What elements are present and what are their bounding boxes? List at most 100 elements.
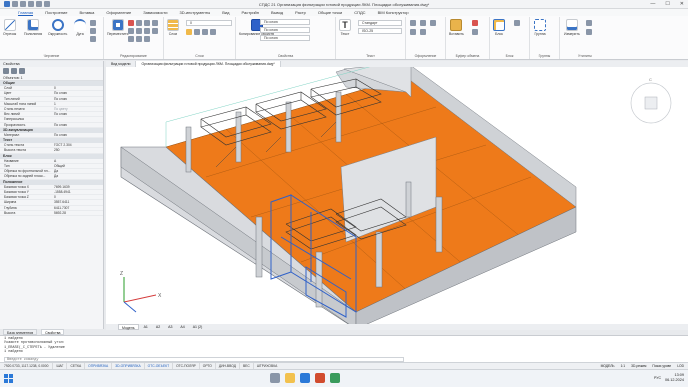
extend-icon[interactable] [152, 20, 158, 26]
linetype-combo[interactable]: По слою [260, 27, 310, 33]
toggle-pickadd-icon[interactable] [19, 68, 25, 74]
tab-constraints[interactable]: Зависимости [143, 10, 167, 15]
dim-style-combo[interactable]: ISO-25 [358, 28, 402, 34]
color-combo[interactable]: По слою [260, 19, 310, 25]
layout-tab-a1[interactable]: A1 [141, 324, 151, 330]
close-button[interactable]: ✕ [680, 1, 684, 7]
mark-icon[interactable] [410, 29, 416, 35]
property-row[interactable]: Высота 5692.28 [0, 211, 103, 216]
text-style-combo[interactable]: Стандарт [358, 20, 402, 26]
property-value[interactable]: По слою [54, 91, 103, 95]
property-value[interactable]: По слою [54, 133, 103, 137]
rectangle-icon[interactable] [90, 20, 96, 26]
scale-icon[interactable] [136, 28, 142, 34]
layer-isolate-icon[interactable] [210, 29, 216, 35]
array-icon[interactable] [136, 36, 142, 42]
quick-select-icon[interactable] [11, 68, 17, 74]
cut-icon[interactable] [472, 20, 478, 26]
trim-icon[interactable] [144, 20, 150, 26]
property-value[interactable]: 0 [54, 86, 103, 90]
property-value[interactable]: ГОСТ 2.304 [54, 143, 103, 147]
tab-annotate[interactable]: Оформление [106, 10, 131, 15]
clock[interactable]: 13:09 06.12.2024 [665, 373, 684, 383]
text-button[interactable]: T Текст [339, 19, 351, 36]
minimize-button[interactable]: — [650, 1, 655, 7]
cad-app-icon[interactable] [315, 373, 325, 383]
circle-button[interactable]: Окружность [48, 19, 67, 36]
property-value[interactable]: По слою [54, 112, 103, 116]
search-icon[interactable] [270, 373, 280, 383]
fillet-icon[interactable] [128, 36, 134, 42]
tab-bim-constructor[interactable]: BIM Конструктор [378, 10, 409, 15]
start-icon[interactable] [4, 374, 13, 383]
tab-home[interactable]: Главная [18, 10, 34, 16]
copy-icon[interactable] [472, 29, 478, 35]
arc-button[interactable]: Дуга [74, 19, 86, 36]
explode-icon[interactable] [144, 36, 150, 42]
line-button[interactable]: Отрезок [3, 19, 16, 36]
spreadsheet-icon[interactable] [330, 373, 340, 383]
tab-raster-draw[interactable]: Растрийн [242, 10, 260, 15]
select-objects-icon[interactable] [3, 68, 9, 74]
drawing-viewport[interactable]: Z X С [106, 67, 688, 324]
tab-common-points[interactable]: Общие точки [318, 10, 342, 15]
property-value[interactable]: 6411.7307 [54, 206, 103, 210]
property-value[interactable]: По слою [54, 123, 103, 127]
dimension-icon[interactable] [410, 20, 416, 26]
tab-view[interactable]: Вид [222, 10, 229, 15]
browser-icon[interactable] [300, 373, 310, 383]
block-edit-icon[interactable] [514, 20, 520, 26]
rotate-icon[interactable] [136, 20, 142, 26]
block-button[interactable]: Блок [493, 19, 505, 36]
property-value[interactable]: Да [54, 169, 103, 173]
group-button[interactable]: Группа [534, 19, 546, 36]
property-value[interactable]: Общий [54, 164, 103, 168]
hatch-icon[interactable] [90, 28, 96, 34]
calculator-icon[interactable] [586, 20, 592, 26]
tab-insert[interactable]: Вставка [80, 10, 95, 15]
layout-tab-a3[interactable]: A3 [165, 324, 175, 330]
layer-freeze-icon[interactable] [194, 29, 200, 35]
property-value[interactable]: По слою [54, 97, 103, 101]
tab-spds[interactable]: СПДС [354, 10, 365, 15]
layer-combo[interactable]: 0 [186, 20, 232, 26]
viewcube-compass[interactable]: С [630, 77, 672, 124]
property-value[interactable]: 0 [54, 195, 103, 199]
axis-icon[interactable] [420, 29, 426, 35]
property-value[interactable]: 7699.1639 [54, 185, 103, 189]
layout-tab-a2[interactable]: A2 [153, 324, 163, 330]
file-explorer-icon[interactable] [285, 373, 295, 383]
measure-button[interactable]: Измерить [564, 19, 580, 36]
leader-icon[interactable] [420, 20, 426, 26]
polyline-button[interactable]: Полилиния [24, 19, 42, 36]
maximize-button[interactable]: ☐ [665, 1, 669, 7]
tab-raster[interactable]: Растр [295, 10, 306, 15]
layer-on-icon[interactable] [186, 29, 192, 35]
tab-construction[interactable]: Построение [45, 10, 67, 15]
table-icon[interactable] [430, 20, 436, 26]
property-value[interactable]: По цвету [54, 107, 103, 111]
tab-output[interactable]: Вывод [271, 10, 283, 15]
offset-icon[interactable] [152, 28, 158, 34]
property-value[interactable]: А [54, 159, 103, 163]
layout-tab-a1-2[interactable]: A1 (2) [190, 324, 206, 330]
paste-button[interactable]: Вставить [449, 19, 464, 36]
select-all-icon[interactable] [586, 29, 592, 35]
layers-button[interactable]: Слои [167, 19, 179, 36]
property-value[interactable]: 250 [54, 148, 103, 152]
erase-icon[interactable] [128, 20, 134, 26]
property-value[interactable]: Да [54, 174, 103, 178]
language-indicator[interactable]: РУС [654, 376, 661, 380]
move-button[interactable]: Переместить [107, 19, 128, 36]
mirror-icon[interactable] [128, 28, 134, 34]
property-value[interactable]: 3557.6411 [54, 200, 103, 204]
layout-tab-a4[interactable]: A4 [177, 324, 187, 330]
stretch-icon[interactable] [144, 28, 150, 34]
model-3d-view[interactable]: Z X С [106, 67, 688, 324]
property-value[interactable] [54, 117, 103, 121]
layer-lock-icon[interactable] [202, 29, 208, 35]
property-value[interactable]: -1558.4941 [54, 190, 103, 194]
tab-3d-tools[interactable]: 3D-инструменты [180, 10, 211, 15]
property-value[interactable]: 5692.28 [54, 211, 103, 215]
layout-tab-model[interactable]: Модель [118, 324, 139, 330]
